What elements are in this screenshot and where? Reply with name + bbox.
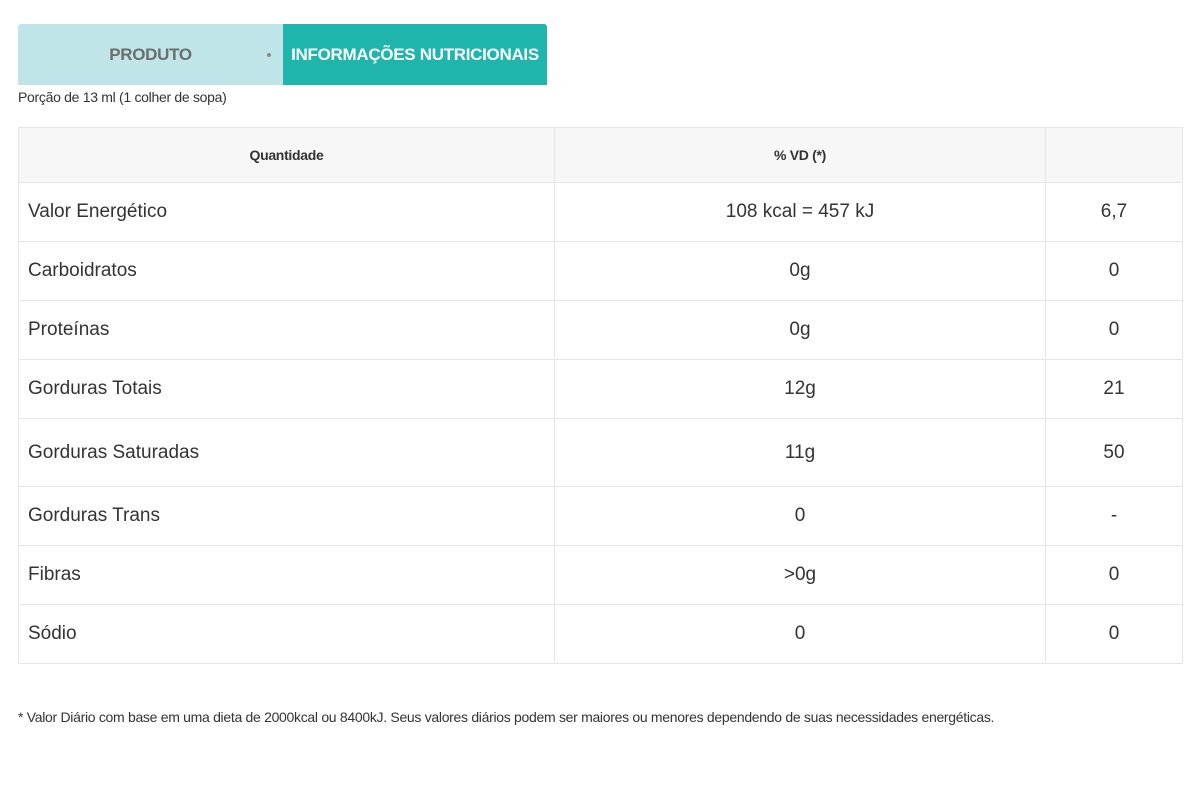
nutrient-name: Carboidratos	[18, 241, 555, 301]
nutrient-vd: 0	[1045, 545, 1183, 605]
nutrient-name: Sódio	[18, 604, 555, 664]
header-quantidade: Quantidade	[18, 127, 555, 183]
nutrition-table: Quantidade % VD (*) Valor Energético 108…	[18, 127, 1183, 664]
nutrient-amount: 108 kcal = 457 kJ	[554, 182, 1046, 242]
nutrient-amount: >0g	[554, 545, 1046, 605]
header-vd: % VD (*)	[554, 127, 1046, 183]
nutrient-vd: 0	[1045, 300, 1183, 360]
nutrient-amount: 0g	[554, 241, 1046, 301]
dot-icon	[267, 52, 271, 57]
nutrient-vd: 21	[1045, 359, 1183, 419]
nutrient-vd: -	[1045, 486, 1183, 546]
nutrient-name: Gorduras Totais	[18, 359, 555, 419]
table-row: Carboidratos 0g 0	[18, 241, 1183, 301]
nutrient-name: Valor Energético	[18, 182, 555, 242]
footnote: * Valor Diário com base em uma dieta de …	[18, 709, 995, 725]
nutrient-vd: 50	[1045, 418, 1183, 487]
table-row: Gorduras Trans 0 -	[18, 486, 1183, 546]
nutrient-name: Proteínas	[18, 300, 555, 360]
nutrient-vd: 0	[1045, 604, 1183, 664]
nutrient-name: Fibras	[18, 545, 555, 605]
nutrient-amount: 12g	[554, 359, 1046, 419]
nutrient-name: Gorduras Saturadas	[18, 418, 555, 487]
nutrient-vd: 6,7	[1045, 182, 1183, 242]
table-row: Gorduras Saturadas 11g 50	[18, 418, 1183, 487]
tab-produto-label: PRODUTO	[109, 44, 192, 64]
table-row: Proteínas 0g 0	[18, 300, 1183, 360]
nutrient-amount: 0	[554, 604, 1046, 664]
tab-informacoes-nutricionais[interactable]: INFORMAÇÕES NUTRICIONAIS	[283, 24, 547, 85]
table-row: Gorduras Totais 12g 21	[18, 359, 1183, 419]
tab-bar: PRODUTO INFORMAÇÕES NUTRICIONAIS	[18, 24, 547, 85]
nutrient-vd: 0	[1045, 241, 1183, 301]
table-row: Valor Energético 108 kcal = 457 kJ 6,7	[18, 182, 1183, 242]
header-empty	[1045, 127, 1183, 183]
table-row: Fibras >0g 0	[18, 545, 1183, 605]
tab-produto[interactable]: PRODUTO	[18, 24, 283, 85]
portion-text: Porção de 13 ml (1 colher de sopa)	[18, 89, 227, 105]
table-header-row: Quantidade % VD (*)	[18, 127, 1183, 183]
nutrient-name: Gorduras Trans	[18, 486, 555, 546]
tab-info-label: INFORMAÇÕES NUTRICIONAIS	[291, 44, 539, 64]
nutrient-amount: 11g	[554, 418, 1046, 487]
nutrient-amount: 0g	[554, 300, 1046, 360]
nutrient-amount: 0	[554, 486, 1046, 546]
table-row: Sódio 0 0	[18, 604, 1183, 664]
